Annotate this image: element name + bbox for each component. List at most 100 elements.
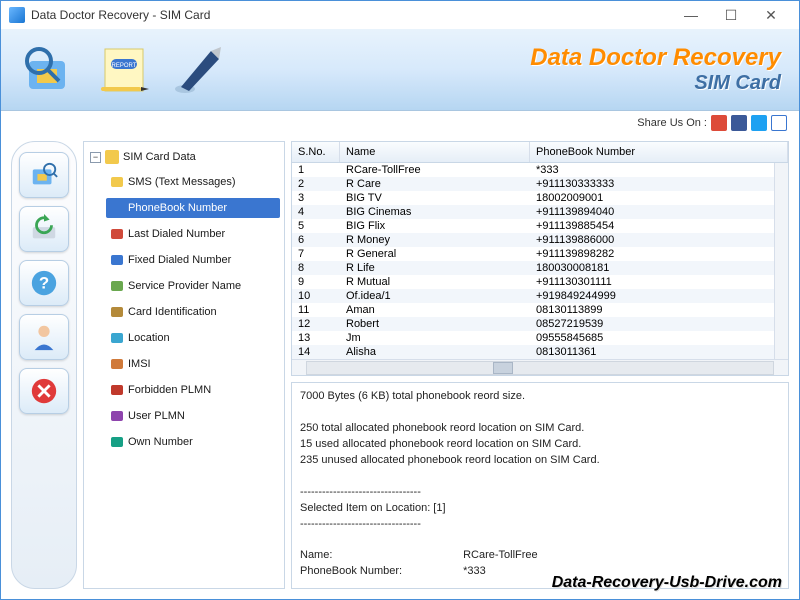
cell-sno: 10 [292,289,340,303]
cell-sno: 7 [292,247,340,261]
info-number-label: PhoneBook Number: [300,564,460,580]
cell-num: +911139886000 [530,233,774,247]
cell-name: BIG Cinemas [340,205,530,219]
horizontal-scrollbar[interactable] [292,359,788,375]
tree-item[interactable]: Service Provider Name [106,276,280,296]
cell-name: R Mutual [340,275,530,289]
share-bar: Share Us On : [1,111,799,135]
sim-magnifier-icon [19,41,77,99]
tree-item[interactable]: Card Identification [106,302,280,322]
about-button[interactable] [19,314,69,360]
footer-url: Data-Recovery-Usb-Drive.com [552,574,782,592]
tree-item[interactable]: Own Number [106,432,280,452]
table-row[interactable]: 3BIG TV18002009001 [292,191,774,205]
banner: REPORT Data Doctor Recovery SIM Card [1,29,799,111]
tree-root-node[interactable]: − SIM Card Data [88,148,280,166]
table-row[interactable]: 7R General+911139898282 [292,247,774,261]
col-phonebook-number[interactable]: PhoneBook Number [530,142,788,162]
cell-sno: 2 [292,177,340,191]
table-row[interactable]: 6R Money+911139886000 [292,233,774,247]
sidebar: ? [11,141,77,589]
tree-item-icon [110,279,124,293]
cell-name: R General [340,247,530,261]
col-name[interactable]: Name [340,142,530,162]
info-used: 15 used allocated phonebook reord locati… [300,437,780,453]
cell-num: 08527219539 [530,317,774,331]
table-row[interactable]: 2R Care+911130333333 [292,177,774,191]
tree-item[interactable]: Location [106,328,280,348]
right-panel: S.No. Name PhoneBook Number 1RCare-TollF… [291,141,789,589]
tree-item[interactable]: SMS (Text Messages) [106,172,280,192]
cell-num: +911139885454 [530,219,774,233]
svg-text:?: ? [39,274,49,293]
table-row[interactable]: 12Robert08527219539 [292,317,774,331]
tree-item-label: Forbidden PLMN [128,384,211,396]
maximize-button[interactable]: ☐ [711,1,751,29]
info-name-value: RCare-TollFree [463,549,538,561]
sim-icon [105,150,119,164]
phonebook-grid: S.No. Name PhoneBook Number 1RCare-TollF… [291,141,789,376]
info-total: 250 total allocated phonebook reord loca… [300,421,780,437]
cell-sno: 13 [292,331,340,345]
cell-num: 18002009001 [530,191,774,205]
cell-name: R Care [340,177,530,191]
cell-sno: 9 [292,275,340,289]
tree-item[interactable]: IMSI [106,354,280,374]
banner-title: Data Doctor Recovery SIM Card [530,44,781,95]
banner-line1: Data Doctor Recovery [530,44,781,72]
tree-item-icon [110,435,124,449]
cell-name: R Money [340,233,530,247]
table-row[interactable]: 11Aman08130113899 [292,303,774,317]
table-row[interactable]: 10Of.idea/1+919849244999 [292,289,774,303]
scan-button[interactable] [19,152,69,198]
cell-num: 180030008181 [530,261,774,275]
tree-panel: − SIM Card Data SMS (Text Messages) Phone… [83,141,285,589]
tree: − SIM Card Data SMS (Text Messages) Phone… [88,148,280,452]
twitter-icon[interactable] [751,115,767,131]
tree-item[interactable]: PhoneBook Number [106,198,280,218]
tree-item[interactable]: User PLMN [106,406,280,426]
close-button[interactable]: ✕ [751,1,791,29]
vertical-scrollbar[interactable] [774,163,788,359]
recover-button[interactable] [19,206,69,252]
cell-sno: 8 [292,261,340,275]
tree-item-icon [110,383,124,397]
cell-num: +911139894040 [530,205,774,219]
col-sno[interactable]: S.No. [292,142,340,162]
collapse-icon[interactable]: − [90,152,101,163]
table-row[interactable]: 14Alisha0813011361 [292,345,774,359]
table-row[interactable]: 13Jm09555845685 [292,331,774,345]
cell-num: 0813011361 [530,345,774,359]
share-label: Share Us On : [637,117,707,129]
minimize-button[interactable]: — [671,1,711,29]
grid-body[interactable]: 1RCare-TollFree*3332R Care+9111303333333… [292,163,774,359]
tree-item-icon [110,305,124,319]
tree-root-label: SIM Card Data [123,151,196,163]
facebook-icon[interactable] [731,115,747,131]
tree-item-label: User PLMN [128,410,185,422]
tree-item-label: Card Identification [128,306,217,318]
googleplus-icon[interactable] [711,115,727,131]
tree-item[interactable]: Last Dialed Number [106,224,280,244]
exit-button[interactable] [19,368,69,414]
table-row[interactable]: 1RCare-TollFree*333 [292,163,774,177]
cell-name: Aman [340,303,530,317]
tree-item-icon [110,175,124,189]
cell-num: +911130333333 [530,177,774,191]
cell-num: +911139898282 [530,247,774,261]
help-button[interactable]: ? [19,260,69,306]
tree-item[interactable]: Forbidden PLMN [106,380,280,400]
table-row[interactable]: 8R Life180030008181 [292,261,774,275]
cell-num: +919849244999 [530,289,774,303]
table-row[interactable]: 5BIG Flix+911139885454 [292,219,774,233]
cell-num: 09555845685 [530,331,774,345]
cell-sno: 3 [292,191,340,205]
share-more-icon[interactable] [771,115,787,131]
table-row[interactable]: 9R Mutual+911130301111 [292,275,774,289]
scroll-thumb[interactable] [493,362,513,374]
table-row[interactable]: 4BIG Cinemas+911139894040 [292,205,774,219]
fountain-pen-icon [171,41,229,99]
tree-item[interactable]: Fixed Dialed Number [106,250,280,270]
info-selected: Selected Item on Location: [1] [300,501,780,517]
tree-item-label: PhoneBook Number [128,202,227,214]
